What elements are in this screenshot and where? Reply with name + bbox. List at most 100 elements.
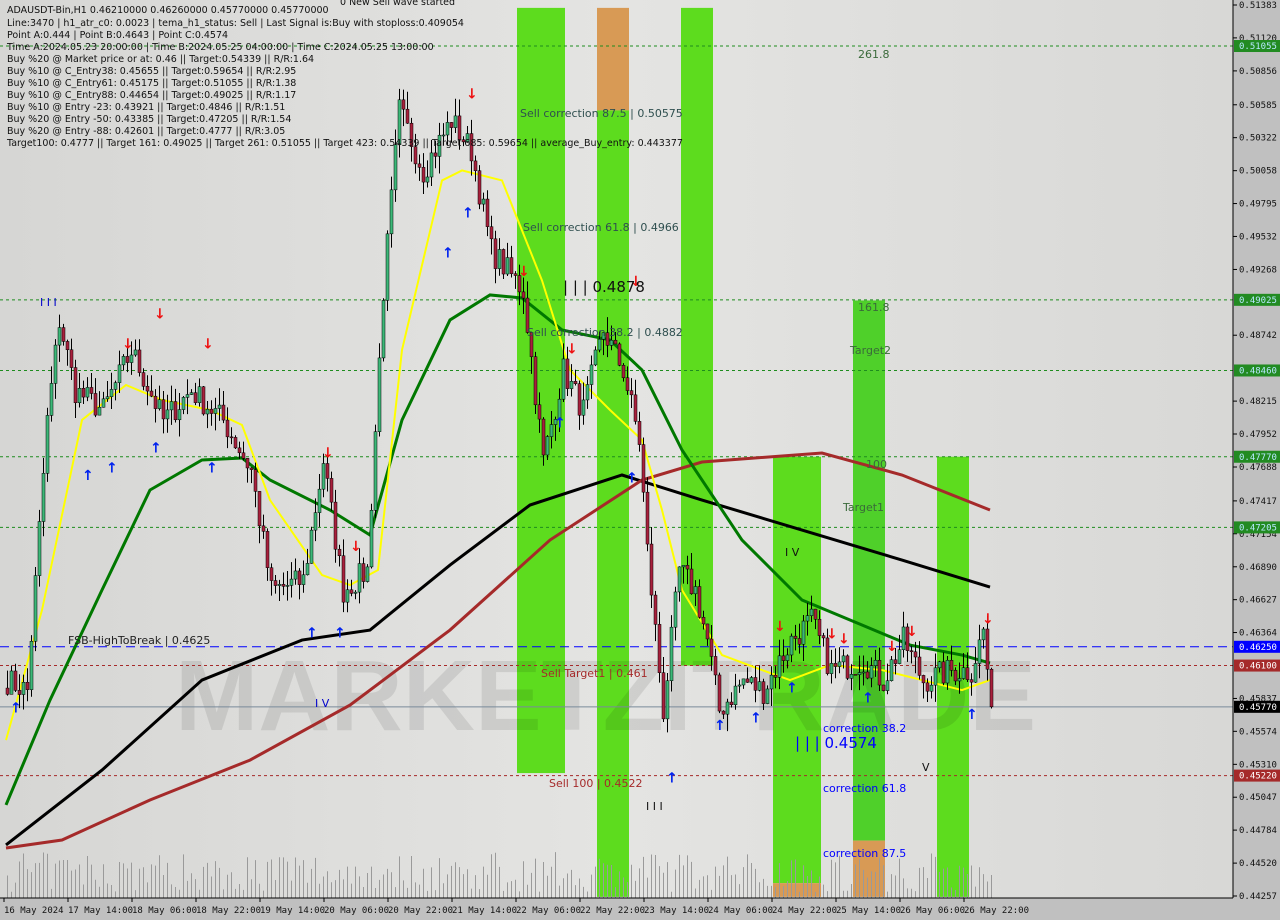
candle-bear [713, 656, 718, 676]
candle-bear [917, 656, 922, 676]
candle-bear [17, 690, 22, 695]
candle-bear [253, 469, 258, 492]
candle-bull [445, 122, 450, 136]
sell-target1-label: Sell Target1 | 0.461 [541, 667, 648, 680]
candle-bull [733, 685, 738, 706]
candle-bear [813, 608, 818, 620]
candle-bull [49, 383, 54, 416]
candle-bull [289, 578, 294, 586]
candle-bear [821, 635, 826, 639]
candle-bull [321, 463, 326, 490]
candle-bear [341, 555, 346, 603]
candle-bull [57, 327, 62, 346]
buy-arrow-icon: ↑ [966, 707, 978, 723]
candle-bear [417, 163, 422, 168]
price-tick-label: 0.50058 [1239, 167, 1277, 177]
candle-bear [149, 390, 154, 397]
candle-bear [577, 383, 582, 416]
price-tick-label: 0.47688 [1239, 463, 1277, 473]
candle-bull [801, 620, 806, 645]
candle-bear [909, 650, 914, 653]
sell-arrow-icon: ↓ [886, 639, 898, 655]
candle-bear [953, 670, 958, 682]
buy-arrow-icon: ↑ [306, 626, 318, 642]
wave-c-label: | | | 0.4574 [795, 734, 877, 752]
buy-arrow-icon: ↑ [334, 626, 346, 642]
candle-bear [949, 660, 954, 671]
candle-bull [381, 300, 386, 359]
candle-bull [497, 249, 502, 269]
candle-bull [425, 176, 430, 183]
candle-bull [885, 680, 890, 691]
sell-correction-875-label: Sell correction 87.5 | 0.50575 [520, 107, 683, 120]
candle-bull [197, 386, 202, 403]
candle-bull [369, 510, 374, 568]
buy-arrow-icon: ↑ [106, 461, 118, 477]
info-line: Buy %10 @ C_Entry61: 0.45175 || Target:0… [7, 78, 296, 89]
candle-bull [189, 392, 194, 395]
buy-arrow-icon: ↑ [666, 771, 678, 787]
candle-bull [669, 626, 674, 681]
candle-bull [121, 356, 126, 366]
candle-bull [105, 396, 110, 400]
candle-bear [361, 563, 366, 582]
candle-bull [945, 660, 950, 684]
price-level-tag-label: 0.47770 [1239, 453, 1277, 463]
candle-bull [741, 678, 746, 686]
time-tick-label: 23 May 14:00 [644, 906, 709, 916]
candle-bull [749, 677, 754, 683]
correction-875-label: correction 87.5 [823, 847, 906, 860]
candle-bull [889, 659, 894, 682]
candle-bull [177, 409, 182, 421]
candle-bear [485, 198, 490, 227]
candle-bear [941, 661, 946, 684]
fib-100-label: 100 [866, 458, 887, 471]
price-tick-label: 0.45574 [1239, 727, 1277, 737]
buy-arrow-icon: ↑ [554, 415, 566, 431]
candle-bull [317, 488, 322, 513]
candle-bear [509, 257, 514, 274]
candle-bull [373, 431, 378, 511]
candle-bear [333, 501, 338, 550]
candle-bull [857, 672, 862, 675]
price-chart[interactable]: MARKETZITRADE ↑↑ ↑↑↑↓↓↓↓↓↑ ↑↑↑↓↓↓↓↑↑↑↑ ↑↑↑↑… [0, 0, 1280, 920]
info-line: Line:3470 | h1_atr_c0: 0.0023 | tema_h1_… [7, 18, 464, 29]
candle-bull [113, 382, 118, 390]
candle-bear [337, 548, 342, 557]
candle-bear [629, 390, 634, 396]
candle-bull [861, 671, 866, 674]
candle-bear [701, 616, 706, 625]
candle-bull [545, 436, 550, 456]
price-level-tag-label: 0.49025 [1239, 296, 1277, 306]
candle-bull [453, 115, 458, 128]
candle-bull [45, 415, 50, 474]
candle-bear [565, 358, 570, 389]
candle-bear [853, 674, 858, 676]
buy-arrow-icon: ↑ [442, 245, 454, 261]
time-tick-label: 24 May 06:00 [708, 906, 773, 916]
sell-arrow-icon: ↓ [518, 264, 530, 280]
time-tick-label: 21 May 14:00 [452, 906, 517, 916]
candle-bear [245, 458, 250, 469]
buy-arrow-icon: ↑ [82, 468, 94, 484]
candle-bull [593, 349, 598, 366]
candle-bear [269, 567, 274, 581]
candle-bear [921, 675, 926, 684]
candle-bull [305, 563, 310, 576]
candle-bear [65, 341, 70, 351]
candle-bear [793, 635, 798, 639]
candle-bull [957, 678, 962, 682]
candle-bull [365, 566, 370, 582]
candle-bear [145, 386, 150, 392]
sell-correction-618-label: Sell correction 61.8 | 0.4966 [523, 221, 679, 234]
candle-bull [897, 649, 902, 664]
candle-bear [521, 291, 526, 299]
candle-bull [789, 635, 794, 656]
candle-bear [881, 684, 886, 691]
candle-bull [217, 404, 222, 409]
price-tick-label: 0.44784 [1239, 826, 1277, 836]
candle-bull [561, 358, 566, 400]
candle-bear [265, 531, 270, 568]
candle-bull [681, 565, 686, 568]
candle-bull [9, 670, 14, 695]
